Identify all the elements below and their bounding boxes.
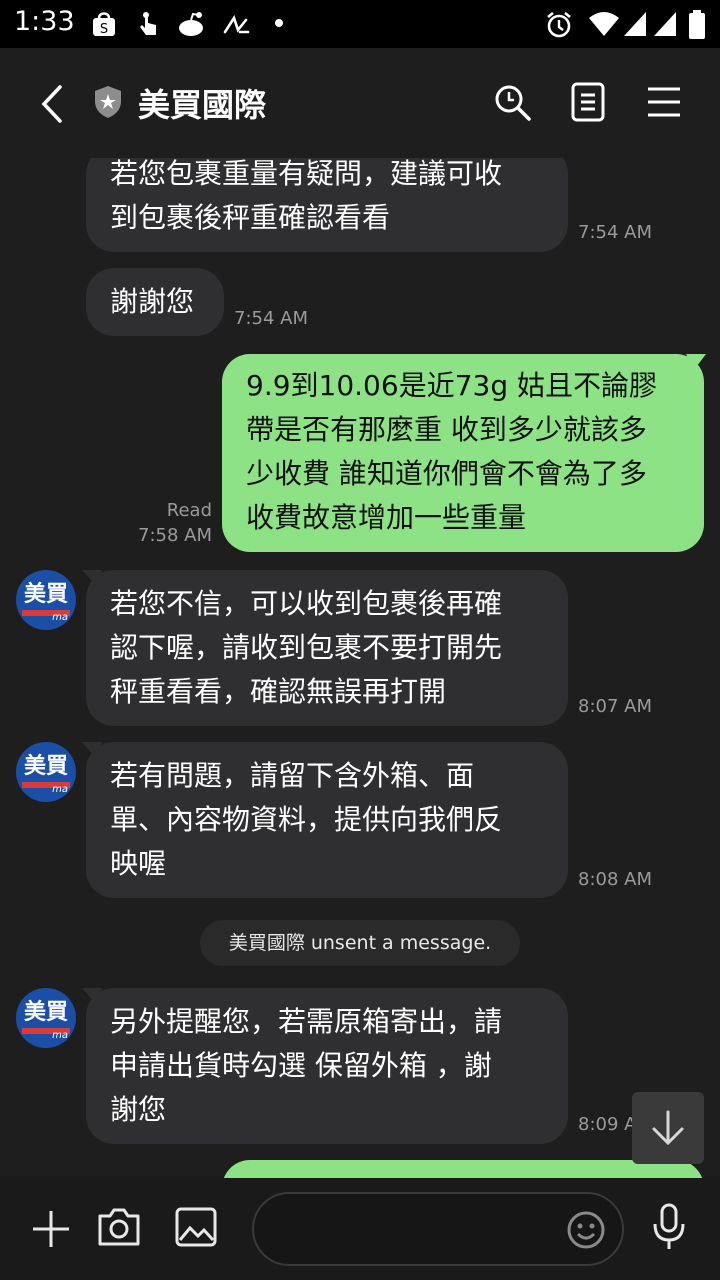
avatar-sub: ma (52, 784, 68, 795)
read-label: Read (166, 500, 212, 521)
alarm-icon (547, 11, 571, 38)
message-line: 申請出貨時勾選 保留外箱 ，謝 (110, 1049, 492, 1082)
notification-dot-icon (275, 19, 283, 27)
message-line: 認下喔，請收到包裹不要打開先 (110, 631, 503, 664)
message-line: 9.9到10.06是近73g 姑且不論膠 (246, 369, 657, 402)
status-bar: 1:33 S (0, 0, 720, 48)
microphone-icon[interactable] (650, 1202, 688, 1252)
incoming-message-bubble[interactable]: 另外提醒您，若需原箱寄出，請 申請出貨時勾選 保留外箱 ，謝 謝您 (86, 988, 568, 1144)
search-icon[interactable] (492, 82, 532, 122)
reddit-icon (179, 12, 203, 36)
chat-title[interactable]: 美買國際 (138, 80, 266, 126)
avatar-text: 美買 (23, 754, 68, 779)
back-arrow-icon[interactable] (38, 84, 66, 124)
avatar-text: 美買 (23, 1000, 68, 1025)
message-timestamp: 7:54 AM (578, 222, 652, 243)
plus-icon[interactable] (30, 1208, 72, 1250)
message-line: 帶是否有那麼重 收到多少就該多 (246, 413, 647, 446)
message-timestamp: 7:54 AM (234, 308, 308, 329)
message-line: 收費故意增加一些重量 (246, 501, 527, 534)
chat-header: 美買國際 (0, 48, 720, 158)
message-line: 另外提醒您，若需原箱寄出，請 (110, 1005, 503, 1038)
incoming-message-bubble[interactable]: 若您包裹重量有疑問，建議可收 到包裹後秤重確認看看 (86, 158, 568, 252)
status-time: 1:33 (14, 6, 75, 37)
notes-icon[interactable] (570, 82, 606, 122)
message-line: 映喔 (110, 847, 167, 880)
message-line: 少收費 誰知道你們會不會為了多 (246, 457, 647, 490)
message-line: 若您包裹重量有疑問，建議可收 (110, 158, 503, 190)
avatar-sub: ma (52, 612, 68, 623)
avatar[interactable]: 美買 ma (16, 742, 76, 802)
menu-icon[interactable] (646, 86, 682, 118)
touch-hand-icon (140, 12, 156, 35)
chat-messages[interactable]: 若您包裹重量有疑問，建議可收 到包裹後秤重確認看看 7:54 AM 謝謝您 7:… (0, 158, 720, 1178)
shield-star-icon (95, 86, 121, 118)
message-line: 謝您 (110, 1093, 167, 1126)
incoming-message-bubble[interactable]: 謝謝您 (86, 268, 224, 336)
outgoing-message-bubble[interactable]: 9.9到10.06是近73g 姑且不論膠 帶是否有那麼重 收到多少就該多 少收費… (222, 354, 704, 552)
avatar-sub: ma (52, 1030, 68, 1041)
message-timestamp: 7:58 AM (138, 525, 212, 546)
avatar[interactable]: 美買 ma (16, 988, 76, 1048)
message-timestamp: 8:08 AM (578, 869, 652, 890)
message-input[interactable] (252, 1192, 624, 1266)
arrow-down-icon (652, 1110, 684, 1146)
scroll-to-bottom-button[interactable] (632, 1092, 704, 1164)
bubble-tail (686, 354, 706, 370)
incoming-message-bubble[interactable]: 若有問題，請留下含外箱、面 單、內容物資料，提供向我們反 映喔 (86, 742, 568, 898)
message-line: 謝謝您 (110, 285, 195, 318)
message-line: 秤重看看，確認無誤再打開 (110, 675, 447, 708)
message-line: 單、內容物資料，提供向我們反 (110, 803, 503, 836)
svg-text:S: S (100, 22, 108, 37)
avatar[interactable]: 美買 ma (16, 570, 76, 630)
message-input-bar (0, 1178, 720, 1280)
message-line: 到包裹後秤重確認看看 (110, 201, 391, 234)
message-timestamp: 8:07 AM (578, 696, 652, 717)
image-icon[interactable] (174, 1206, 218, 1248)
emoji-icon[interactable] (566, 1210, 606, 1250)
message-line: 若有問題，請留下含外箱、面 (110, 759, 475, 792)
battery-icon (689, 10, 705, 39)
avatar-text: 美買 (23, 582, 68, 607)
signature-icon (223, 15, 250, 34)
shopping-bag-icon: S (93, 12, 115, 37)
system-message: 美買國際 unsent a message. (200, 920, 520, 966)
read-receipt: Read 7:58 AM (122, 498, 212, 548)
wifi-icon (589, 12, 619, 36)
camera-icon[interactable] (96, 1206, 142, 1248)
message-line: 若您不信，可以收到包裹後再確 (110, 587, 503, 620)
signal-icon (624, 12, 646, 36)
incoming-message-bubble[interactable]: 若您不信，可以收到包裹後再確 認下喔，請收到包裹不要打開先 秤重看看，確認無誤再… (86, 570, 568, 726)
signal-2-icon (654, 12, 676, 36)
